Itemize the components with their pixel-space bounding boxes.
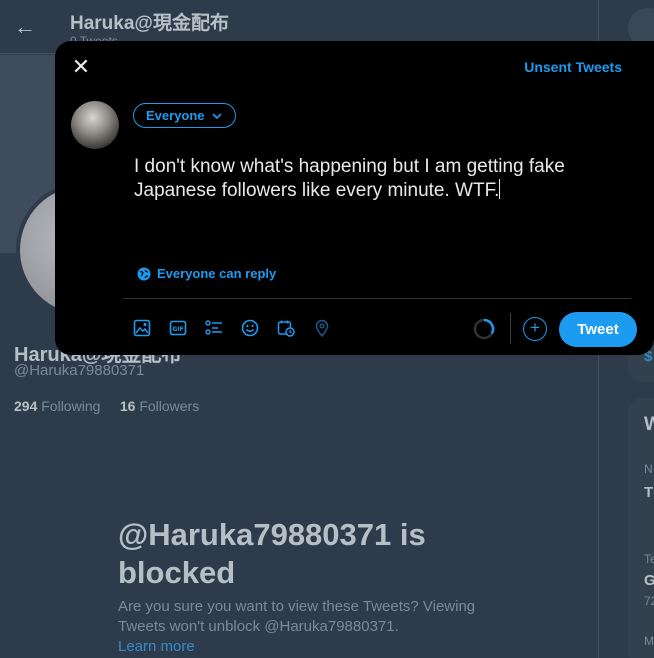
- schedule-icon[interactable]: [275, 317, 297, 339]
- gif-icon[interactable]: GIF: [167, 317, 189, 339]
- reply-setting-button[interactable]: Everyone can reply: [137, 266, 276, 281]
- image-icon[interactable]: [131, 317, 153, 339]
- compose-divider: [123, 298, 631, 299]
- audience-label: Everyone: [146, 108, 205, 123]
- close-icon[interactable]: ✕: [67, 53, 95, 81]
- tweet-button[interactable]: Tweet: [559, 312, 637, 347]
- chevron-down-icon: [211, 112, 222, 119]
- location-icon[interactable]: [311, 317, 333, 339]
- reply-setting-label: Everyone can reply: [157, 266, 277, 281]
- add-thread-button[interactable]: +: [523, 317, 547, 341]
- tweet-textarea[interactable]: I don't know what's happening but I am g…: [134, 155, 634, 203]
- stage: ← Haruka@現金配布 0 Tweets Haruka@現金配布 @Haru…: [0, 0, 654, 658]
- character-counter-icon: [473, 318, 495, 340]
- audience-selector[interactable]: Everyone: [133, 103, 236, 128]
- unsent-tweets-button[interactable]: Unsent Tweets: [524, 59, 622, 75]
- poll-icon[interactable]: [203, 317, 225, 339]
- compose-toolbar: GIF: [131, 317, 333, 339]
- avatar: [71, 101, 119, 149]
- compose-modal: ✕ Unsent Tweets Everyone I don't know wh…: [55, 41, 654, 355]
- globe-icon: [137, 267, 151, 280]
- emoji-icon[interactable]: [239, 317, 261, 339]
- toolbar-divider: [510, 313, 511, 344]
- text-cursor: [499, 179, 501, 199]
- svg-text:GIF: GIF: [172, 326, 183, 333]
